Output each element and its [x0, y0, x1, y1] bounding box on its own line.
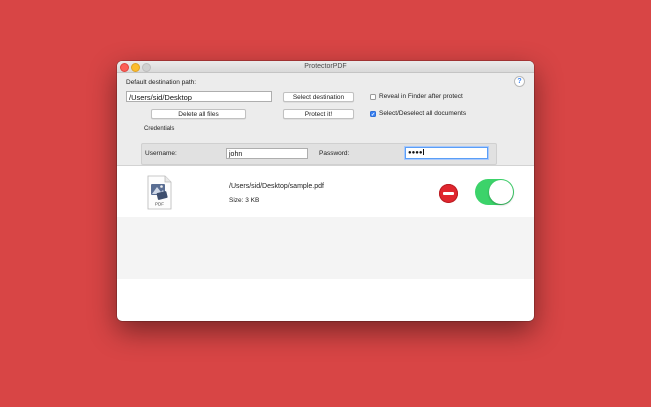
toggle-knob [489, 180, 513, 204]
credentials-section-label: Credentials [144, 126, 175, 132]
window-title: ProtectorPDF [304, 63, 347, 70]
username-label: Username: [145, 150, 177, 157]
file-path: /Users/sid/Desktop/sample.pdf [229, 183, 324, 190]
destination-path-field[interactable]: /Users/sid/Desktop [126, 91, 272, 102]
select-all-documents-label: Select/Deselect all documents [379, 110, 467, 117]
minus-icon [443, 192, 454, 195]
protect-button[interactable]: Protect it! [283, 109, 354, 119]
text-cursor [422, 149, 423, 155]
file-size: Size: 3 KB [229, 197, 260, 204]
password-field[interactable]: ●●●● [405, 147, 488, 159]
select-all-documents-checkbox[interactable]: ✓ [370, 111, 376, 118]
file-enabled-toggle[interactable] [475, 179, 514, 205]
delete-all-files-button[interactable]: Delete all files [151, 109, 246, 119]
app-window: ProtectorPDF Default destination path: ?… [117, 61, 534, 321]
reveal-in-finder-checkbox[interactable] [370, 94, 376, 100]
destination-label: Default destination path: [126, 79, 197, 86]
pdf-file-icon: PDF [147, 175, 172, 210]
credentials-box: Username: john Password: ●●●● [141, 143, 497, 165]
pdf-icon-label: PDF [155, 202, 164, 207]
password-mask: ●●●● [408, 150, 423, 156]
select-destination-button[interactable]: Select destination [283, 92, 354, 102]
title-bar: ProtectorPDF [117, 61, 534, 73]
settings-panel: Default destination path: ? /Users/sid/D… [117, 73, 534, 166]
reveal-in-finder-label: Reveal in Finder after protect [379, 93, 463, 100]
remove-file-button[interactable] [439, 184, 458, 203]
password-label: Password: [319, 150, 350, 157]
file-list-item[interactable]: PDF /Users/sid/Desktop/sample.pdf Size: … [117, 166, 534, 217]
help-button[interactable]: ? [514, 76, 525, 87]
username-field[interactable]: john [226, 148, 308, 159]
file-list-empty-area [117, 217, 534, 279]
